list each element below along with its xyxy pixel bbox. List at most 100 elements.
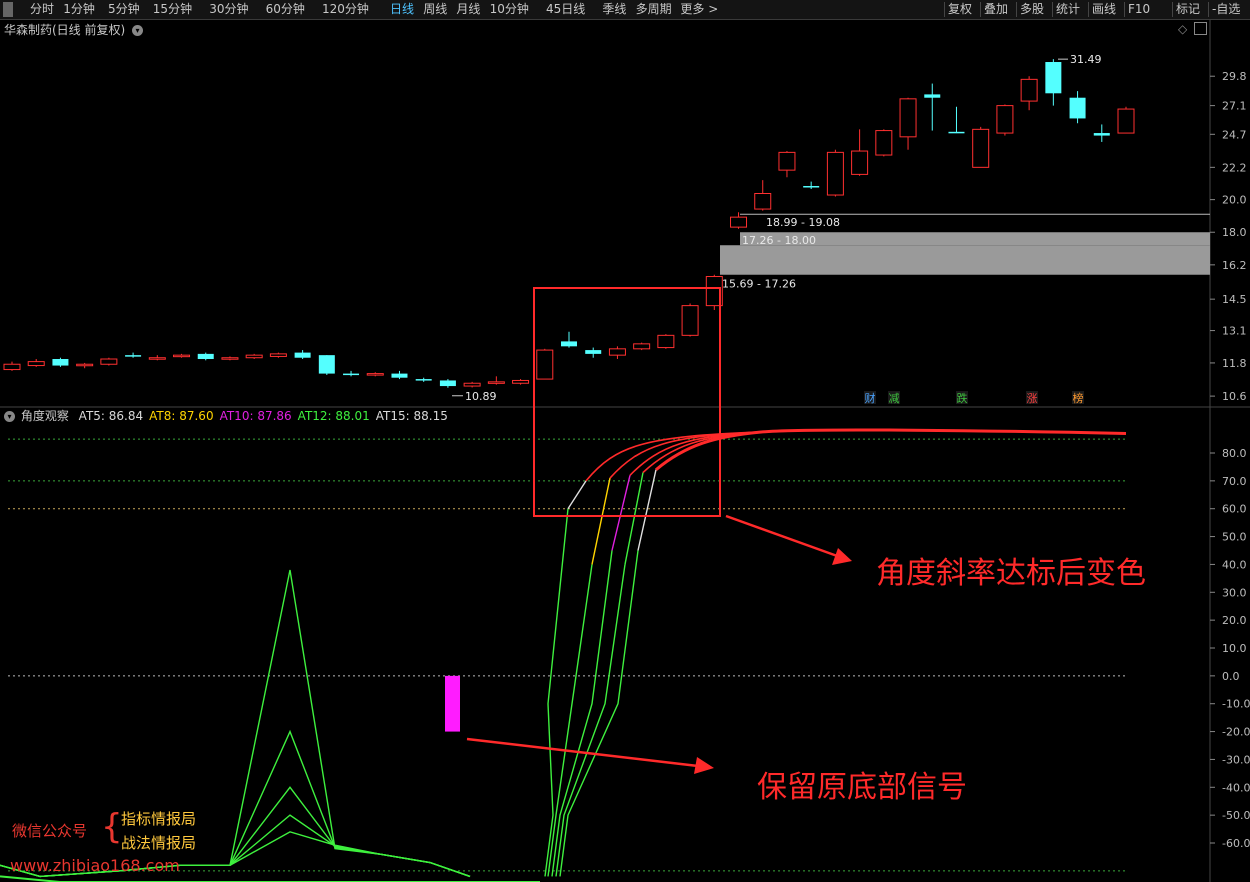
indicator-tick-label: -40.0 <box>1222 781 1250 794</box>
annotation-1: 角度斜率达标后变色 <box>876 556 1146 591</box>
candle-body <box>366 373 384 376</box>
period-tab-13[interactable]: 多周期 <box>636 1 672 18</box>
indicator-tick-label: -10.0 <box>1222 698 1250 711</box>
event-marker-3[interactable]: 涨 <box>1027 392 1038 405</box>
candle-body <box>585 350 602 354</box>
toolbar-separator <box>944 2 945 17</box>
angle-line-rise-2 <box>551 550 613 877</box>
candle-body <box>148 357 166 360</box>
candle-body <box>803 186 820 188</box>
candle-body <box>608 348 626 356</box>
period-tab-11[interactable]: 45日线 <box>546 1 585 18</box>
toolbar-button-6[interactable]: 标记 <box>1176 1 1200 18</box>
price-tick-label: 27.1 <box>1222 100 1247 113</box>
indicator-value-3: AT12: 88.01 <box>297 409 370 423</box>
diamond-icon[interactable]: ◇ <box>1178 22 1187 36</box>
period-tab-9[interactable]: 月线 <box>456 1 480 18</box>
stock-title-row[interactable]: 华森制药(日线 前复权) ▾ <box>4 21 144 38</box>
indicator-menu-icon[interactable]: ▾ <box>4 411 15 422</box>
toolbar-separator <box>1016 2 1017 17</box>
period-tab-8[interactable]: 周线 <box>423 1 447 18</box>
toolbar-separator <box>1208 2 1209 17</box>
watermark: 微信公众号 { 指标情报局 战法情报局 www.zhibiao168.com <box>0 800 240 882</box>
chart-area: 29.8 27.1 24.7 22.2 20.0 18.0 16.2 14.5 13.1 11.8… <box>0 20 1250 882</box>
angle-line-color-2 <box>611 475 631 551</box>
candle-body <box>924 94 941 98</box>
toolbar-button-7[interactable]: -自选 <box>1212 1 1240 18</box>
arrow-2-head <box>694 757 714 774</box>
candle-body <box>657 334 675 349</box>
watermark-brand-2: 战法情报局 <box>121 834 197 852</box>
period-tab-3[interactable]: 15分钟 <box>153 1 192 18</box>
toolbar-button-3[interactable]: 统计 <box>1056 1 1080 18</box>
zone-label-2: 15.69 - 17.26 <box>722 278 796 291</box>
toolbar-separator <box>1172 2 1173 17</box>
angle-line-color-0 <box>567 480 587 510</box>
event-marker-4[interactable]: 榜 <box>1073 391 1084 405</box>
bottom-signal-bar <box>445 675 460 732</box>
period-tab-4[interactable]: 30分钟 <box>209 1 248 18</box>
candle-body <box>996 105 1014 134</box>
candle-body <box>245 354 263 359</box>
candle-body <box>1117 108 1135 134</box>
dropdown-chevron-icon[interactable]: ▾ <box>132 25 144 36</box>
price-tick-label: 20.0 <box>1222 194 1247 207</box>
high-price-label: 31.49 <box>1070 53 1102 66</box>
candle-body <box>125 355 142 357</box>
period-tab-5[interactable]: 60分钟 <box>266 1 305 18</box>
price-tick-label: 10.6 <box>1222 390 1247 403</box>
period-tab-10[interactable]: 10分钟 <box>490 1 529 18</box>
indicator-value-0: AT5: 86.84 <box>78 409 144 423</box>
indicator-name: 角度观察 <box>20 409 69 423</box>
candle-body <box>269 353 287 357</box>
toolbar-handle-icon[interactable] <box>3 2 13 17</box>
price-zone-band <box>720 245 1210 275</box>
stock-title: 华森制药(日线 前复权) <box>4 23 126 37</box>
candle-body <box>851 150 869 175</box>
candle-body <box>730 216 748 228</box>
indicator-tick-label: 30.0 <box>1222 586 1247 599</box>
zone-label-1: 17.26 - 18.00 <box>742 234 816 247</box>
price-tick-label: 29.8 <box>1222 70 1247 83</box>
angle-line-color-1 <box>591 477 611 565</box>
toolbar-separator <box>980 2 981 17</box>
indicator-title-row: ▾ 角度观察 AT5: 86.84 AT8: 87.60 AT10: 87.86 AT… <box>4 407 448 424</box>
candle-body <box>1069 97 1086 119</box>
period-tab-0[interactable]: 分时 <box>30 1 54 18</box>
candle-body <box>826 151 844 196</box>
period-tab-12[interactable]: 季线 <box>602 1 626 18</box>
toolbar-button-5[interactable]: F10 <box>1128 1 1150 18</box>
arrow-2-shaft <box>466 737 699 768</box>
toolbar-button-1[interactable]: 叠加 <box>984 1 1008 18</box>
toolbar-button-4[interactable]: 画线 <box>1092 1 1116 18</box>
indicator-tick-label: 60.0 <box>1222 503 1247 516</box>
candle-body <box>294 352 311 358</box>
candle-body <box>463 382 481 387</box>
indicator-tick-label: -20.0 <box>1222 726 1250 739</box>
angle-line-rise-1 <box>547 564 593 877</box>
period-tab-6[interactable]: 120分钟 <box>322 1 369 18</box>
candle-body <box>487 381 505 384</box>
candle-body <box>1045 62 1062 94</box>
candle-body <box>415 379 432 381</box>
candle-body <box>343 373 360 376</box>
candle-body <box>3 363 21 371</box>
event-marker-1[interactable]: 减 <box>889 392 900 405</box>
period-tab-1[interactable]: 1分钟 <box>63 1 95 18</box>
event-marker-0[interactable]: 财 <box>865 391 876 405</box>
event-marker-2[interactable]: 跌 <box>957 391 968 405</box>
candle-body <box>972 128 990 168</box>
candle-body <box>76 363 94 367</box>
candle-body <box>778 151 796 171</box>
toolbar-button-0[interactable]: 复权 <box>948 1 972 18</box>
toolbar-separator <box>1124 2 1125 17</box>
toolbar-button-2[interactable]: 多股 <box>1020 1 1044 18</box>
maximize-icon[interactable] <box>1194 22 1207 35</box>
period-tab-14[interactable]: 更多 > <box>680 1 718 18</box>
candle-body <box>1093 133 1110 136</box>
candle-body <box>512 379 530 384</box>
period-tab-2[interactable]: 5分钟 <box>108 1 140 18</box>
period-tab-7[interactable]: 日线 <box>390 1 414 18</box>
price-tick-label: 16.2 <box>1222 259 1247 272</box>
candle-body <box>173 354 191 358</box>
